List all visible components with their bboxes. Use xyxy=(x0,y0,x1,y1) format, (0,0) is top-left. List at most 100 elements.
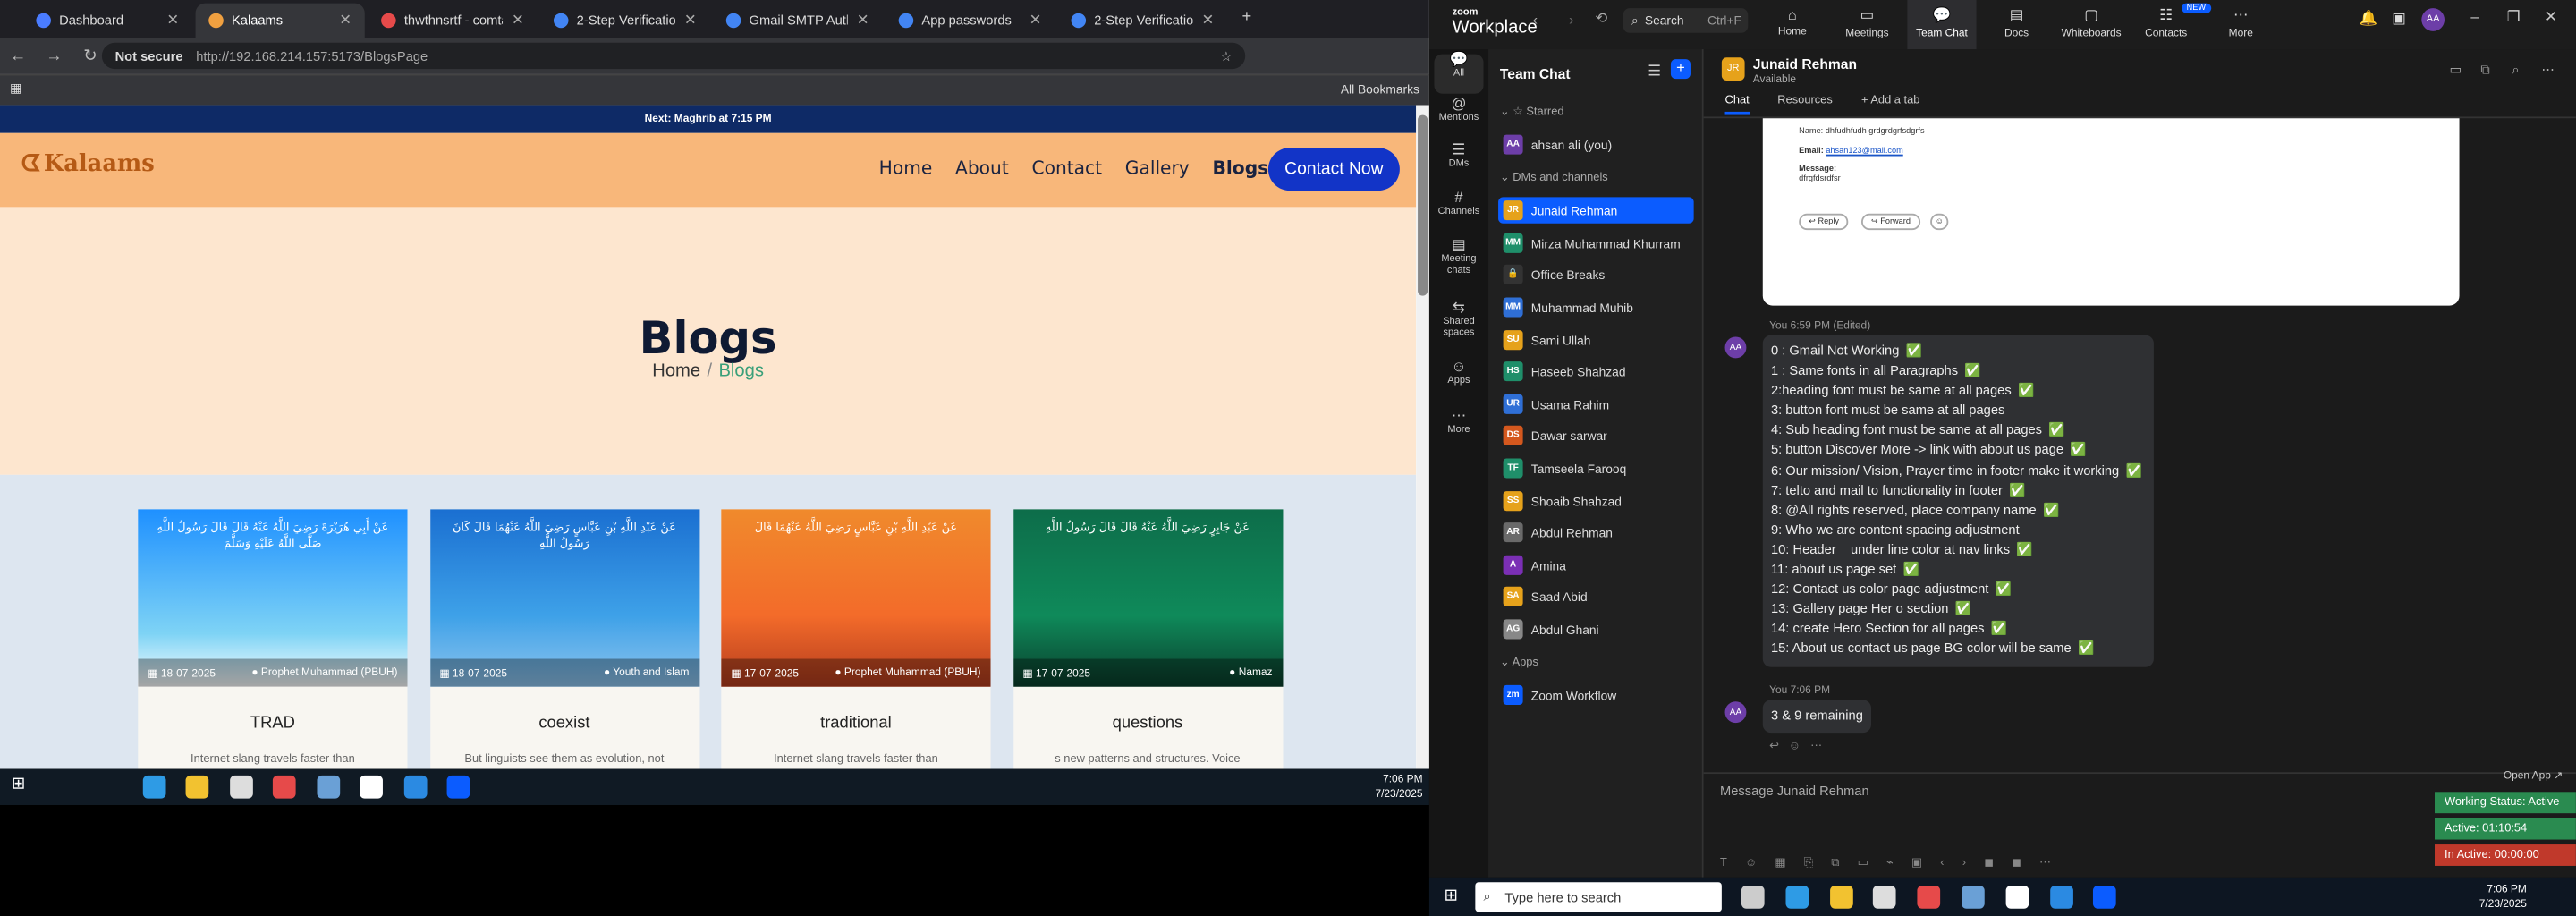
section-dms-channels[interactable]: ⌄ DMs and channels xyxy=(1500,171,1608,184)
section-apps[interactable]: ⌄ Apps xyxy=(1500,656,1538,669)
app-icon[interactable] xyxy=(316,775,340,799)
close-icon[interactable]: ✕ xyxy=(684,12,697,30)
zoom-tab-home[interactable]: ⌂ Home xyxy=(1758,0,1826,49)
blog-card-title[interactable]: traditional xyxy=(721,715,990,733)
back-icon[interactable]: ‹ xyxy=(1533,12,1538,28)
calendar-icon[interactable]: ▣ xyxy=(2392,10,2406,28)
zoom-search[interactable]: ⌕ Search Ctrl+F xyxy=(1623,8,1749,33)
blog-card-title[interactable]: coexist xyxy=(429,715,699,733)
new-chat-icon[interactable]: + xyxy=(1670,59,1690,80)
chat-contact-name[interactable]: Junaid Rehman xyxy=(1753,55,1857,72)
emoji-icon[interactable]: ☺ xyxy=(1930,213,1949,231)
close-icon[interactable]: ✕ xyxy=(2545,8,2557,26)
zoom-tab-more[interactable]: ⋯ More xyxy=(2207,0,2275,49)
browser-tab[interactable]: 2-Step Verification ✕ xyxy=(540,4,709,38)
task-view-icon[interactable] xyxy=(1741,885,1765,909)
team-chat-header[interactable]: Team Chat xyxy=(1500,65,1571,81)
open-app-link[interactable]: Open App ↗ xyxy=(2504,769,2563,782)
store-icon[interactable] xyxy=(229,775,252,799)
screen-share-icon[interactable]: ⧉ xyxy=(2480,63,2490,79)
tab-add[interactable]: + Add a tab xyxy=(1861,96,1919,107)
forward-icon[interactable]: › xyxy=(1569,12,1574,28)
browser-tab[interactable]: 2-Step Verification ✕ xyxy=(1058,4,1227,38)
more-icon[interactable]: ⋯ xyxy=(2541,63,2555,78)
rail-channels[interactable]: # Channels xyxy=(1429,190,1488,218)
zoom-tab-meetings[interactable]: ▭ Meetings xyxy=(1833,0,1902,49)
edge-icon[interactable] xyxy=(141,775,165,799)
chat-list-item[interactable]: UR Usama Rahim xyxy=(1498,391,1694,417)
zoom-tab-contacts[interactable]: ☷ Contacts xyxy=(2131,0,2200,49)
tab-resources[interactable]: Resources xyxy=(1777,96,1832,107)
search-icon[interactable] xyxy=(55,776,79,799)
zoom-icon[interactable] xyxy=(446,775,470,799)
edge-icon[interactable] xyxy=(1785,885,1809,909)
close-icon[interactable]: ✕ xyxy=(1030,12,1042,30)
rail-dms[interactable]: ☰ DMs xyxy=(1429,142,1488,171)
nav-link-blogs[interactable]: Blogs xyxy=(1212,157,1268,179)
reply-button[interactable]: ↩ Reply xyxy=(1799,213,1850,231)
app-icon[interactable] xyxy=(1962,885,1985,909)
blog-card-title[interactable]: TRAD xyxy=(138,715,407,733)
chat-list-item[interactable]: DS Dawar sarwar xyxy=(1498,422,1694,448)
windows-start-icon[interactable]: ⊞ xyxy=(1444,887,1457,905)
store-icon[interactable] xyxy=(1873,885,1897,909)
close-icon[interactable]: ✕ xyxy=(166,12,179,30)
file-explorer-icon[interactable] xyxy=(185,775,209,799)
search-icon[interactable]: ⌕ xyxy=(2512,63,2519,79)
chat-list-item[interactable]: SU Sami Ullah xyxy=(1498,327,1694,353)
blog-card[interactable]: عَنْ جَابِرٍ رَضِيَ اللَّهُ عَنْهُ قَالَ… xyxy=(1013,509,1283,769)
zoom-tab-whiteboards[interactable]: ▢ Whiteboards xyxy=(2057,0,2126,49)
nav-link-contact[interactable]: Contact xyxy=(1031,157,1102,179)
chat-list-item[interactable]: AA ahsan ali (you) xyxy=(1498,131,1694,157)
avatar[interactable]: AA xyxy=(2421,8,2445,31)
close-icon[interactable]: ✕ xyxy=(1201,12,1214,30)
github-icon[interactable] xyxy=(2005,885,2029,909)
avatar[interactable]: JR xyxy=(1721,57,1745,81)
close-icon[interactable]: ✕ xyxy=(512,12,524,30)
clock[interactable]: 7:06 PM 7/23/2025 xyxy=(2479,882,2527,912)
chat-list-item[interactable]: TF Tamseela Farooq xyxy=(1498,455,1694,481)
rail-apps[interactable]: ☺ Apps xyxy=(1429,359,1488,387)
chat-list-item[interactable]: MM Mirza Muhammad Khurram xyxy=(1498,230,1694,256)
chat-list-item[interactable]: A Amina xyxy=(1498,552,1694,578)
chat-list-item[interactable]: JR Junaid Rehman xyxy=(1498,197,1694,224)
zoom-icon[interactable] xyxy=(2093,885,2117,909)
star-icon[interactable]: ☆ xyxy=(1220,48,1232,64)
forward-icon[interactable]: → xyxy=(36,47,72,64)
chrome-icon[interactable] xyxy=(1917,885,1941,909)
message-bubble[interactable]: 3 & 9 remaining xyxy=(1762,700,1872,734)
github-icon[interactable] xyxy=(360,775,383,799)
site-logo[interactable]: ᗧ Kalaams xyxy=(21,151,155,177)
chat-list-item[interactable]: 🔒 Office Breaks xyxy=(1498,261,1694,287)
section-starred[interactable]: ⌄ ☆ Starred xyxy=(1500,106,1564,118)
message-actions[interactable]: ↩☺⋯ xyxy=(1769,740,1832,752)
clock[interactable]: 7:06 PM 7/23/2025 xyxy=(1375,772,1422,802)
rail-mentions[interactable]: @ Mentions xyxy=(1429,96,1488,124)
rail-meeting-chats[interactable]: ▤ Meeting chats xyxy=(1429,237,1488,277)
browser-tab[interactable]: App passwords ✕ xyxy=(886,4,1055,38)
page-scrollbar[interactable] xyxy=(1416,105,1429,769)
chat-list-item[interactable]: HS Haseeb Shahzad xyxy=(1498,358,1694,384)
breadcrumb-home[interactable]: Home xyxy=(652,361,700,381)
bell-icon[interactable]: 🔔 xyxy=(2360,10,2378,28)
zoom-tab-docs[interactable]: ▤ Docs xyxy=(1982,0,2051,49)
chat-list-item[interactable]: AR Abdul Rehman xyxy=(1498,519,1694,545)
new-tab-button[interactable]: + xyxy=(1242,8,1252,26)
minimize-icon[interactable]: – xyxy=(2470,8,2479,24)
task-view-icon[interactable] xyxy=(98,776,122,799)
chat-list-item[interactable]: AG Abdul Ghani xyxy=(1498,616,1694,642)
tab-chat[interactable]: Chat xyxy=(1724,96,1750,115)
chat-list-item[interactable]: MM Muhammad Muhib xyxy=(1498,294,1694,320)
contact-now-button[interactable]: Contact Now xyxy=(1267,148,1400,191)
vscode-icon[interactable] xyxy=(2049,885,2073,909)
taskbar-search[interactable]: ⌕ Type here to search xyxy=(1475,882,1722,912)
all-bookmarks[interactable]: All Bookmarks xyxy=(1341,82,1419,98)
video-icon[interactable]: ▭ xyxy=(2450,63,2462,78)
zoom-tab-team-chat[interactable]: 💬 Team Chat xyxy=(1907,0,1977,50)
chat-list-item[interactable]: SS Shoaib Shahzad xyxy=(1498,488,1694,513)
nav-link-gallery[interactable]: Gallery xyxy=(1125,157,1190,179)
rail-all[interactable]: 💬 All xyxy=(1434,52,1484,94)
browser-tab[interactable]: Gmail SMTP Authentic ✕ xyxy=(713,4,882,38)
chat-list-item[interactable]: zm Zoom Workflow xyxy=(1498,682,1694,708)
blog-card-title[interactable]: questions xyxy=(1013,715,1282,733)
